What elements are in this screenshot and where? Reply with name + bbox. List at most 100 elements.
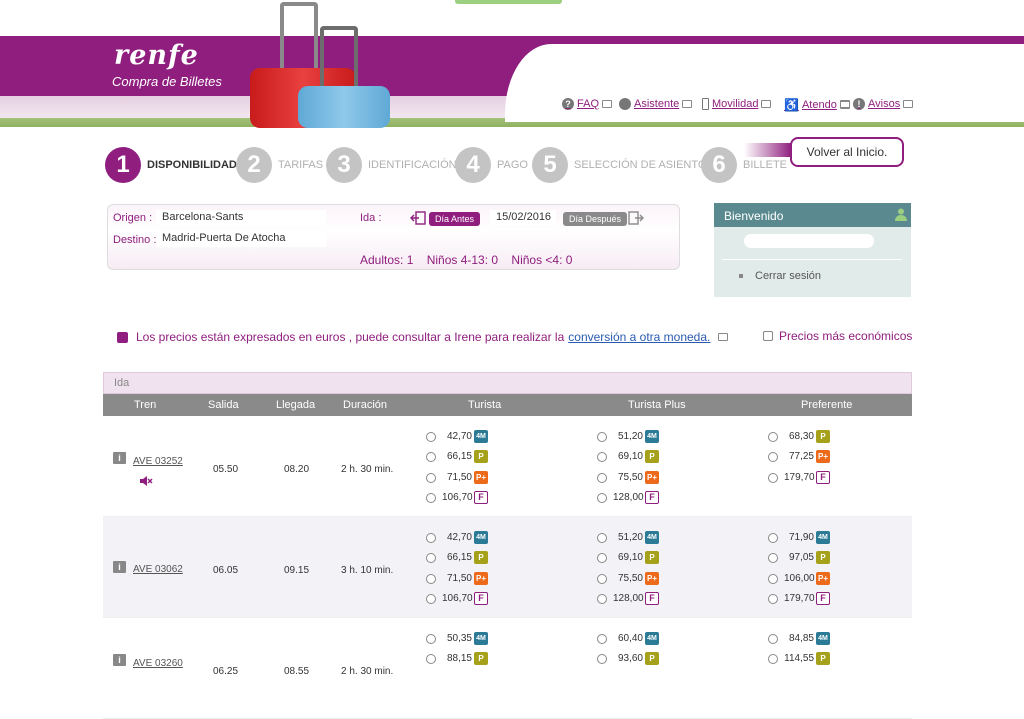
asistente-link[interactable]: Asistente (619, 98, 693, 110)
price-radio[interactable] (426, 552, 436, 563)
price-value: 71,90 (788, 532, 814, 543)
price-option[interactable]: 97,05 P (768, 551, 830, 564)
price-value: 42,70 (446, 431, 472, 442)
price-option[interactable]: 66,15 P (426, 450, 488, 463)
price-option[interactable]: 66,15 P (426, 551, 488, 564)
price-option[interactable]: 75,50 P+ (597, 471, 659, 484)
price-radio[interactable] (597, 573, 607, 584)
fare-4m-icon: 4M (816, 531, 830, 544)
llegada-time: 08.20 (284, 464, 310, 475)
fare-4m-icon: 4M (474, 531, 488, 544)
step-label: TARIFAS (278, 159, 324, 171)
user-icon (894, 207, 908, 224)
price-option[interactable]: 51,20 4M (597, 531, 659, 544)
dia-antes-button[interactable]: Día Antes (429, 212, 481, 226)
price-radio[interactable] (597, 451, 607, 462)
info-icon[interactable]: i (113, 654, 126, 666)
movilidad-link[interactable]: Movilidad (702, 98, 772, 110)
price-radio[interactable] (426, 633, 436, 644)
price-radio[interactable] (597, 633, 607, 644)
price-option[interactable]: 128,00 F (597, 592, 659, 605)
price-radio[interactable] (768, 532, 778, 543)
price-radio[interactable] (768, 552, 778, 563)
accessibility-icon: ♿ (784, 98, 799, 112)
price-option[interactable]: 60,40 4M (597, 632, 659, 645)
welcome-panel: Bienvenido Cerrar sesión (714, 203, 911, 297)
step-number: 1 (105, 147, 141, 183)
price-option[interactable]: 51,20 4M (597, 430, 659, 443)
train-link[interactable]: AVE 03062 (133, 564, 183, 575)
cheapest-prices-toggle[interactable]: Precios más económicos (763, 329, 912, 343)
price-radio[interactable] (426, 472, 436, 483)
price-radio[interactable] (597, 653, 607, 664)
price-option[interactable]: 68,30 P (768, 430, 830, 443)
price-option[interactable]: 77,25 P+ (768, 450, 830, 463)
info-icon[interactable]: i (113, 561, 126, 573)
price-option[interactable]: 75,50 P+ (597, 572, 659, 585)
price-option[interactable]: 71,50 P+ (426, 471, 488, 484)
price-radio[interactable] (768, 472, 778, 483)
arrow-left-icon[interactable] (410, 211, 426, 228)
price-radio[interactable] (597, 492, 607, 503)
table-row: i AVE 03260 06.25 08.55 2 h. 30 min. 50,… (103, 618, 912, 719)
price-option[interactable]: 93,60 P (597, 652, 659, 665)
train-link[interactable]: AVE 03252 (133, 456, 183, 467)
price-option[interactable]: 179,70 F (768, 592, 830, 605)
inicio-renfe-link[interactable]: Inicio Renfe (817, 53, 915, 76)
price-value: 50,35 (446, 633, 472, 644)
price-option[interactable]: 106,70 F (426, 592, 488, 605)
price-radio[interactable] (768, 451, 778, 462)
price-radio[interactable] (768, 573, 778, 584)
faq-link[interactable]: ? FAQ (562, 98, 613, 110)
price-option[interactable]: 71,50 P+ (426, 572, 488, 585)
price-option[interactable]: 106,00 P+ (768, 572, 830, 585)
section-ida: Ida (103, 372, 912, 394)
price-radio[interactable] (597, 472, 607, 483)
price-radio[interactable] (426, 431, 436, 442)
price-radio[interactable] (597, 593, 607, 604)
cart-icon (699, 55, 719, 76)
price-option[interactable]: 114,55 P (768, 652, 830, 665)
price-option[interactable]: 106,70 F (426, 491, 488, 504)
volver-inicio-button[interactable]: Volver al Inicio. (790, 137, 904, 167)
train-link[interactable]: AVE 03260 (133, 658, 183, 669)
price-radio[interactable] (768, 593, 778, 604)
duracion-value: 2 h. 30 min. (341, 464, 394, 475)
price-radio[interactable] (597, 552, 607, 563)
price-radio[interactable] (768, 633, 778, 644)
price-radio[interactable] (597, 431, 607, 442)
price-option[interactable]: 69,10 P (597, 450, 659, 463)
arrow-right-icon[interactable] (628, 211, 644, 228)
price-option[interactable]: 71,90 4M (768, 531, 830, 544)
fare-promo-plus-icon: P+ (474, 471, 488, 484)
price-radio[interactable] (768, 431, 778, 442)
currency-conversion-link[interactable]: conversión a otra moneda. (568, 330, 710, 344)
dia-despues-button[interactable]: Día Después (563, 212, 628, 226)
passengers-summary: Adultos: 1 Niños 4-13: 0 Niños <4: 0 (360, 253, 573, 267)
price-radio[interactable] (426, 451, 436, 462)
fare-promo-icon: P (645, 450, 659, 463)
fare-flexible-icon: F (816, 592, 830, 605)
price-option[interactable]: 42,70 4M (426, 531, 488, 544)
price-radio[interactable] (597, 532, 607, 543)
price-value: 69,10 (617, 451, 643, 462)
price-option[interactable]: 84,85 4M (768, 632, 830, 645)
renfe-logo[interactable]: renfe (114, 40, 199, 71)
price-option[interactable]: 50,35 4M (426, 632, 488, 645)
avisos-link[interactable]: ! Avisos (840, 98, 914, 110)
price-option[interactable]: 179,70 F (768, 471, 830, 484)
cheapest-prices-checkbox[interactable] (763, 331, 773, 341)
price-option[interactable]: 128,00 F (597, 491, 659, 504)
price-radio[interactable] (426, 532, 436, 543)
price-radio[interactable] (426, 593, 436, 604)
inicio-compra-link[interactable]: Inicio Compra (699, 55, 809, 76)
price-radio[interactable] (768, 653, 778, 664)
price-radio[interactable] (426, 492, 436, 503)
logout-link[interactable]: Cerrar sesión (755, 270, 821, 282)
price-radio[interactable] (426, 653, 436, 664)
price-radio[interactable] (426, 573, 436, 584)
price-option[interactable]: 69,10 P (597, 551, 659, 564)
price-option[interactable]: 88,15 P (426, 652, 488, 665)
price-option[interactable]: 42,70 4M (426, 430, 488, 443)
info-icon[interactable]: i (113, 452, 126, 464)
